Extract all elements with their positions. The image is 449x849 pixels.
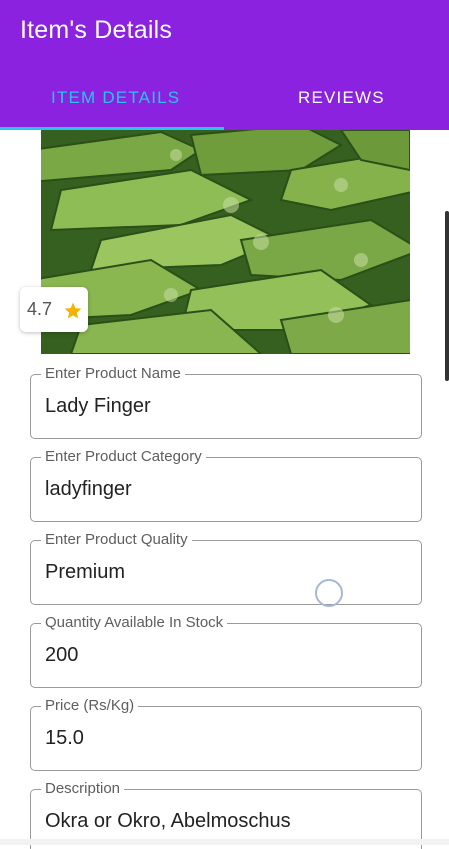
rating-value: 4.7 [27,299,53,319]
product-quality-field[interactable]: Enter Product Quality Premium [30,531,422,605]
page-title: Item's Details [20,16,173,44]
stock-quantity-label: Quantity Available In Stock [41,614,228,632]
scrollbar[interactable] [445,211,449,381]
price-field[interactable]: Price (Rs/Kg) 15.0 [30,697,422,771]
rating-badge: 4.7 [20,287,88,332]
product-name-field[interactable]: Enter Product Name Lady Finger [30,365,422,439]
price-label: Price (Rs/Kg) [41,697,139,715]
stock-quantity-field[interactable]: Quantity Available In Stock 200 [30,614,422,688]
bottom-edge [0,839,449,845]
price-value[interactable]: 15.0 [45,727,84,750]
product-name-label: Enter Product Name [41,365,185,383]
product-category-field[interactable]: Enter Product Category ladyfinger [30,448,422,522]
product-quality-label: Enter Product Quality [41,531,192,549]
description-label: Description [41,780,125,798]
stock-quantity-value[interactable]: 200 [45,644,78,667]
tab-item-details[interactable]: ITEM DETAILS [51,88,180,108]
product-name-value[interactable]: Lady Finger [45,395,151,418]
product-category-value[interactable]: ladyfinger [45,478,132,501]
description-value[interactable]: Okra or Okro, Abelmoschus [45,810,291,833]
star-icon [64,302,82,319]
app-bar: Item's Details ITEM DETAILS REVIEWS [0,0,449,130]
product-category-label: Enter Product Category [41,448,206,466]
touch-ripple-indicator [315,579,343,607]
product-image [41,130,410,354]
product-quality-value[interactable]: Premium [45,561,125,584]
tab-reviews[interactable]: REVIEWS [298,88,385,108]
